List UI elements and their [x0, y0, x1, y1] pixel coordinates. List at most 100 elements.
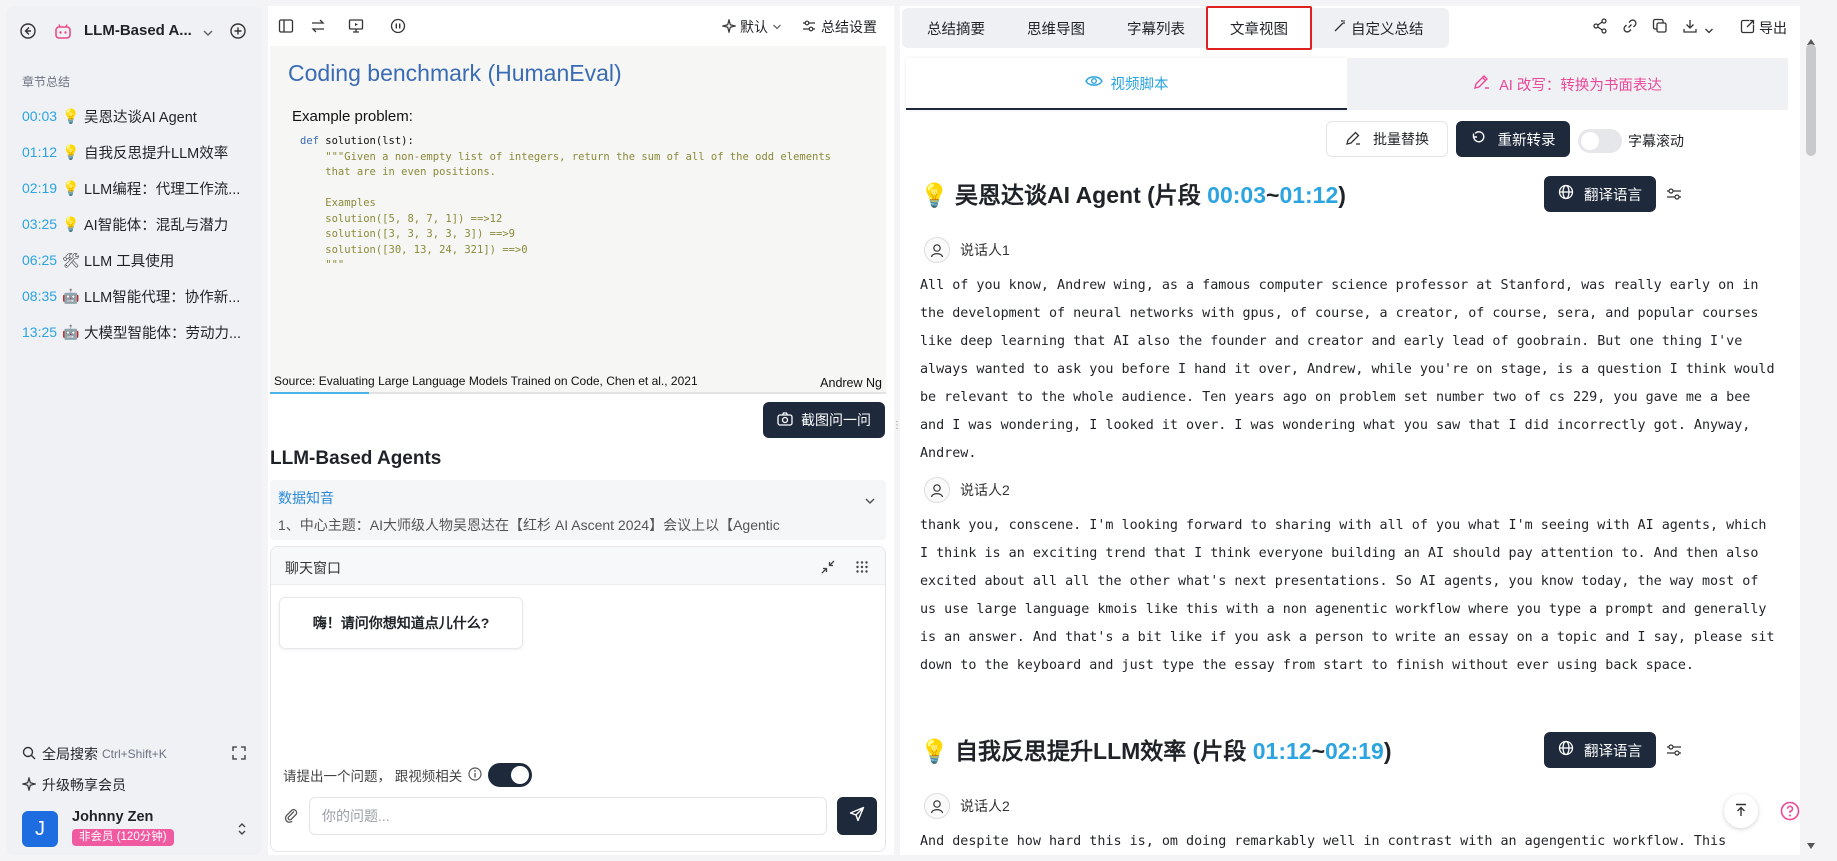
article-content: 💡 吴恩达谈AI Agent (片段 00:03~01:12) 翻译语言 说话人…: [900, 166, 1786, 855]
segment-end-time[interactable]: 02:19: [1325, 738, 1384, 764]
tab-mindmap[interactable]: 思维导图: [1006, 8, 1106, 48]
segment-start-time[interactable]: 01:12: [1253, 738, 1312, 764]
user-profile[interactable]: J Johnny Zen 非会员 (120分钟): [22, 809, 254, 849]
retranscribe-label: 重新转录: [1497, 132, 1556, 149]
chapter-time[interactable]: 02:19: [22, 180, 60, 196]
link-icon[interactable]: [1622, 18, 1638, 38]
subtab-video-script[interactable]: 视频脚本: [906, 58, 1347, 110]
chapter-item[interactable]: 00:03 💡 吴恩达谈AI Agent: [6, 98, 262, 134]
chevron-down-icon: [772, 19, 782, 35]
chapter-time[interactable]: 03:25: [22, 216, 60, 232]
search-label: 全局搜索: [42, 746, 98, 762]
chapter-time[interactable]: 13:25: [22, 324, 60, 340]
export-button[interactable]: 导出: [1740, 18, 1787, 38]
sidebar-header: LLM-Based A...: [6, 16, 262, 48]
segment-start-time[interactable]: 00:03: [1207, 182, 1266, 208]
chevron-updown-icon[interactable]: [236, 821, 248, 840]
retranscribe-button[interactable]: 重新转录: [1456, 121, 1570, 157]
grid-icon[interactable]: [855, 559, 869, 578]
speaker-avatar-icon: [924, 237, 950, 263]
scroll-to-top-button[interactable]: [1724, 794, 1758, 828]
chapter-time[interactable]: 01:12: [22, 144, 60, 160]
batch-replace-label: 批量替换: [1373, 131, 1429, 147]
chapter-item[interactable]: 08:35 🤖 LLM智能代理：协作新...: [6, 278, 262, 314]
chapter-item[interactable]: 06:25 🛠 LLM 工具使用: [6, 242, 262, 278]
swap-icon[interactable]: [310, 18, 326, 38]
segment-end-time[interactable]: 01:12: [1279, 182, 1338, 208]
video-frame[interactable]: Coding benchmark (HumanEval) Example pro…: [270, 46, 886, 394]
globe-icon: [1558, 740, 1574, 760]
adjust-icon[interactable]: [1666, 742, 1682, 762]
video-progress-bar[interactable]: [270, 392, 886, 394]
chapter-time[interactable]: 06:25: [22, 252, 60, 268]
summary-settings-label: 总结设置: [821, 19, 877, 35]
question-input[interactable]: [309, 797, 827, 835]
slide-source: Source: Evaluating Large Language Models…: [274, 374, 698, 388]
model-select[interactable]: 默认: [720, 17, 782, 37]
speaker-label: 说话人2: [924, 793, 1010, 819]
summary-settings-button[interactable]: 总结设置: [802, 17, 877, 37]
upgrade-button[interactable]: 升级畅享会员: [20, 775, 126, 795]
toggle-knob: [511, 766, 530, 784]
copy-icon[interactable]: [1652, 18, 1668, 38]
arrow-up-icon: [1734, 802, 1748, 821]
related-to-video-toggle-row: 请提出一个问题， 跟视频相关: [283, 763, 533, 787]
pause-icon[interactable]: [390, 18, 406, 38]
translate-button[interactable]: 翻译语言: [1544, 176, 1656, 212]
send-button[interactable]: [837, 797, 877, 835]
download-icon[interactable]: [1682, 18, 1698, 38]
video-toolbar: 默认 总结设置: [268, 6, 894, 46]
collapse-icon[interactable]: [821, 559, 835, 578]
membership-badge: 非会员 (120分钟): [72, 829, 174, 846]
screen-icon[interactable]: [348, 18, 364, 38]
chapter-time[interactable]: 08:35: [22, 288, 60, 304]
bulb-icon: 💡: [62, 215, 80, 232]
speaker-label: 说话人2: [924, 477, 1010, 503]
batch-replace-button[interactable]: 批量替换: [1326, 121, 1448, 157]
slide-speaker: Andrew Ng: [820, 376, 882, 390]
translate-label: 翻译语言: [1584, 743, 1642, 760]
chapter-item[interactable]: 13:25 🤖 大模型智能体：劳动力...: [6, 314, 262, 350]
tab-custom-summary[interactable]: 自定义总结: [1312, 8, 1445, 48]
knowledge-panel[interactable]: 数据知音 1、中心主题：AI大师级人物吴恩达在【红杉 AI Ascent 202…: [270, 480, 886, 540]
fullscreen-icon[interactable]: [232, 746, 246, 763]
add-circle-icon[interactable]: [230, 23, 246, 43]
article-panel: 总结摘要 思维导图 字幕列表 文章视图 自定义总结 导出 视频脚本 AI 改写：…: [900, 6, 1800, 855]
segment-title-close: ): [1383, 738, 1392, 764]
article-scrollbar[interactable]: [1804, 39, 1818, 849]
scrollbar-thumb[interactable]: [1806, 44, 1816, 156]
magic-wand-icon: [1333, 19, 1347, 37]
chapter-label: LLM智能代理：协作新...: [84, 289, 241, 306]
chapter-list: 00:03 💡 吴恩达谈AI Agent 01:12 💡 自我反思提升LLM效率 02:…: [6, 98, 262, 350]
chevron-down-icon[interactable]: [864, 492, 876, 511]
speaker-avatar-icon: [924, 477, 950, 503]
tab-subtitles[interactable]: 字幕列表: [1106, 8, 1206, 48]
sidebar-toggle-icon[interactable]: [278, 18, 294, 38]
app-title[interactable]: LLM-Based A...: [84, 22, 192, 39]
paperclip-icon[interactable]: [283, 807, 299, 827]
screenshot-ask-button[interactable]: 截图问一问: [763, 402, 885, 438]
info-icon[interactable]: [468, 766, 482, 784]
scroll-down-icon[interactable]: [1807, 834, 1815, 853]
share-icon[interactable]: [1592, 18, 1608, 38]
send-icon: [849, 806, 865, 826]
subtitle-scroll-toggle[interactable]: [1578, 129, 1622, 153]
translate-button[interactable]: 翻译语言: [1544, 732, 1656, 768]
global-search[interactable]: 全局搜索 Ctrl+Shift+K: [22, 744, 252, 764]
subtab-ai-rewrite[interactable]: AI 改写：转换为书面表达: [1347, 58, 1788, 110]
chevron-down-icon[interactable]: [1704, 21, 1714, 40]
chevron-down-icon[interactable]: [202, 24, 214, 43]
back-icon[interactable]: [20, 23, 36, 43]
video-related-toggle[interactable]: [488, 763, 533, 787]
chapter-time[interactable]: 00:03: [22, 108, 60, 124]
chapter-item[interactable]: 01:12 💡 自我反思提升LLM效率: [6, 134, 262, 170]
adjust-icon[interactable]: [1666, 186, 1682, 206]
chapter-item[interactable]: 02:19 💡 LLM编程：代理工作流...: [6, 170, 262, 206]
chapter-item[interactable]: 03:25 💡 AI智能体：混乱与潜力: [6, 206, 262, 242]
robot-icon: 🤖: [62, 287, 80, 304]
sliders-icon: [802, 19, 816, 36]
tab-article-view[interactable]: 文章视图: [1206, 6, 1312, 50]
tab-summary[interactable]: 总结摘要: [906, 8, 1006, 48]
help-icon[interactable]: [1780, 801, 1800, 825]
knowledge-body: 1、中心主题：AI大师级人物吴恩达在【红杉 AI Ascent 2024】会议上…: [278, 517, 780, 533]
